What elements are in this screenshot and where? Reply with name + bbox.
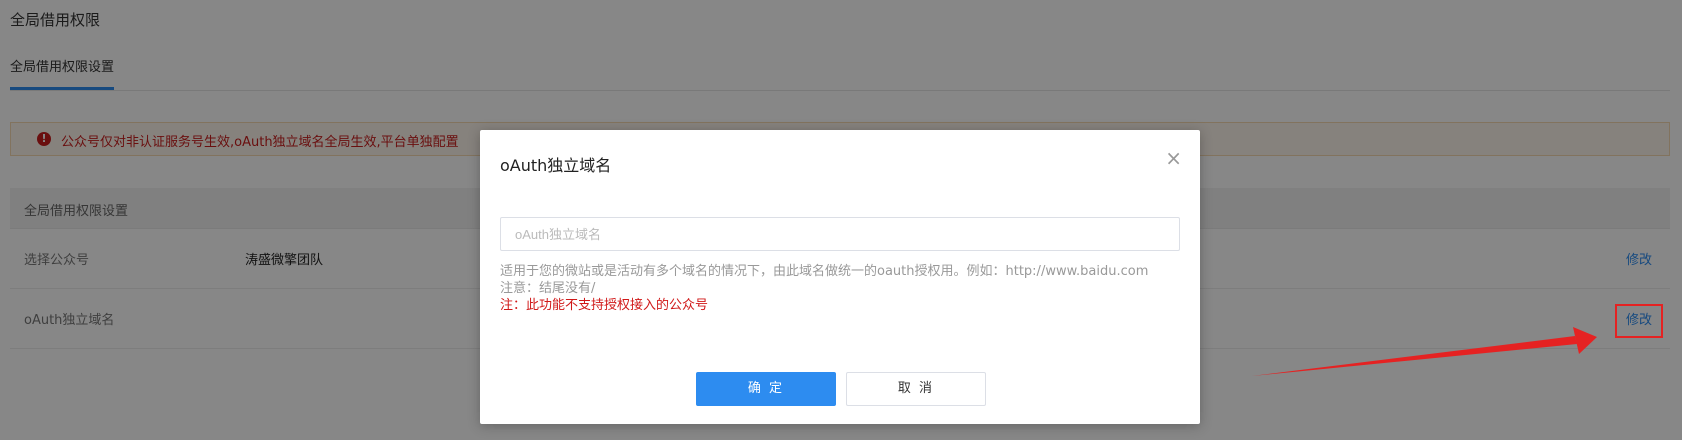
oauth-domain-input[interactable] bbox=[500, 217, 1180, 251]
confirm-button[interactable]: 确 定 bbox=[696, 372, 836, 406]
close-icon[interactable]: × bbox=[1165, 148, 1182, 168]
oauth-domain-dialog: oAuth独立域名 × 适用于您的微站或是活动有多个域名的情况下，由此域名做统一… bbox=[480, 130, 1200, 424]
help-text-warning: 注：此功能不支持授权接入的公众号 bbox=[500, 298, 709, 313]
help-text-usage: 适用于您的微站或是活动有多个域名的情况下，由此域名做统一的oauth授权用。例如… bbox=[500, 264, 1149, 279]
dialog-title: oAuth独立域名 bbox=[500, 156, 612, 175]
annotation-highlight-box bbox=[1615, 304, 1663, 338]
cancel-button[interactable]: 取 消 bbox=[846, 372, 986, 406]
